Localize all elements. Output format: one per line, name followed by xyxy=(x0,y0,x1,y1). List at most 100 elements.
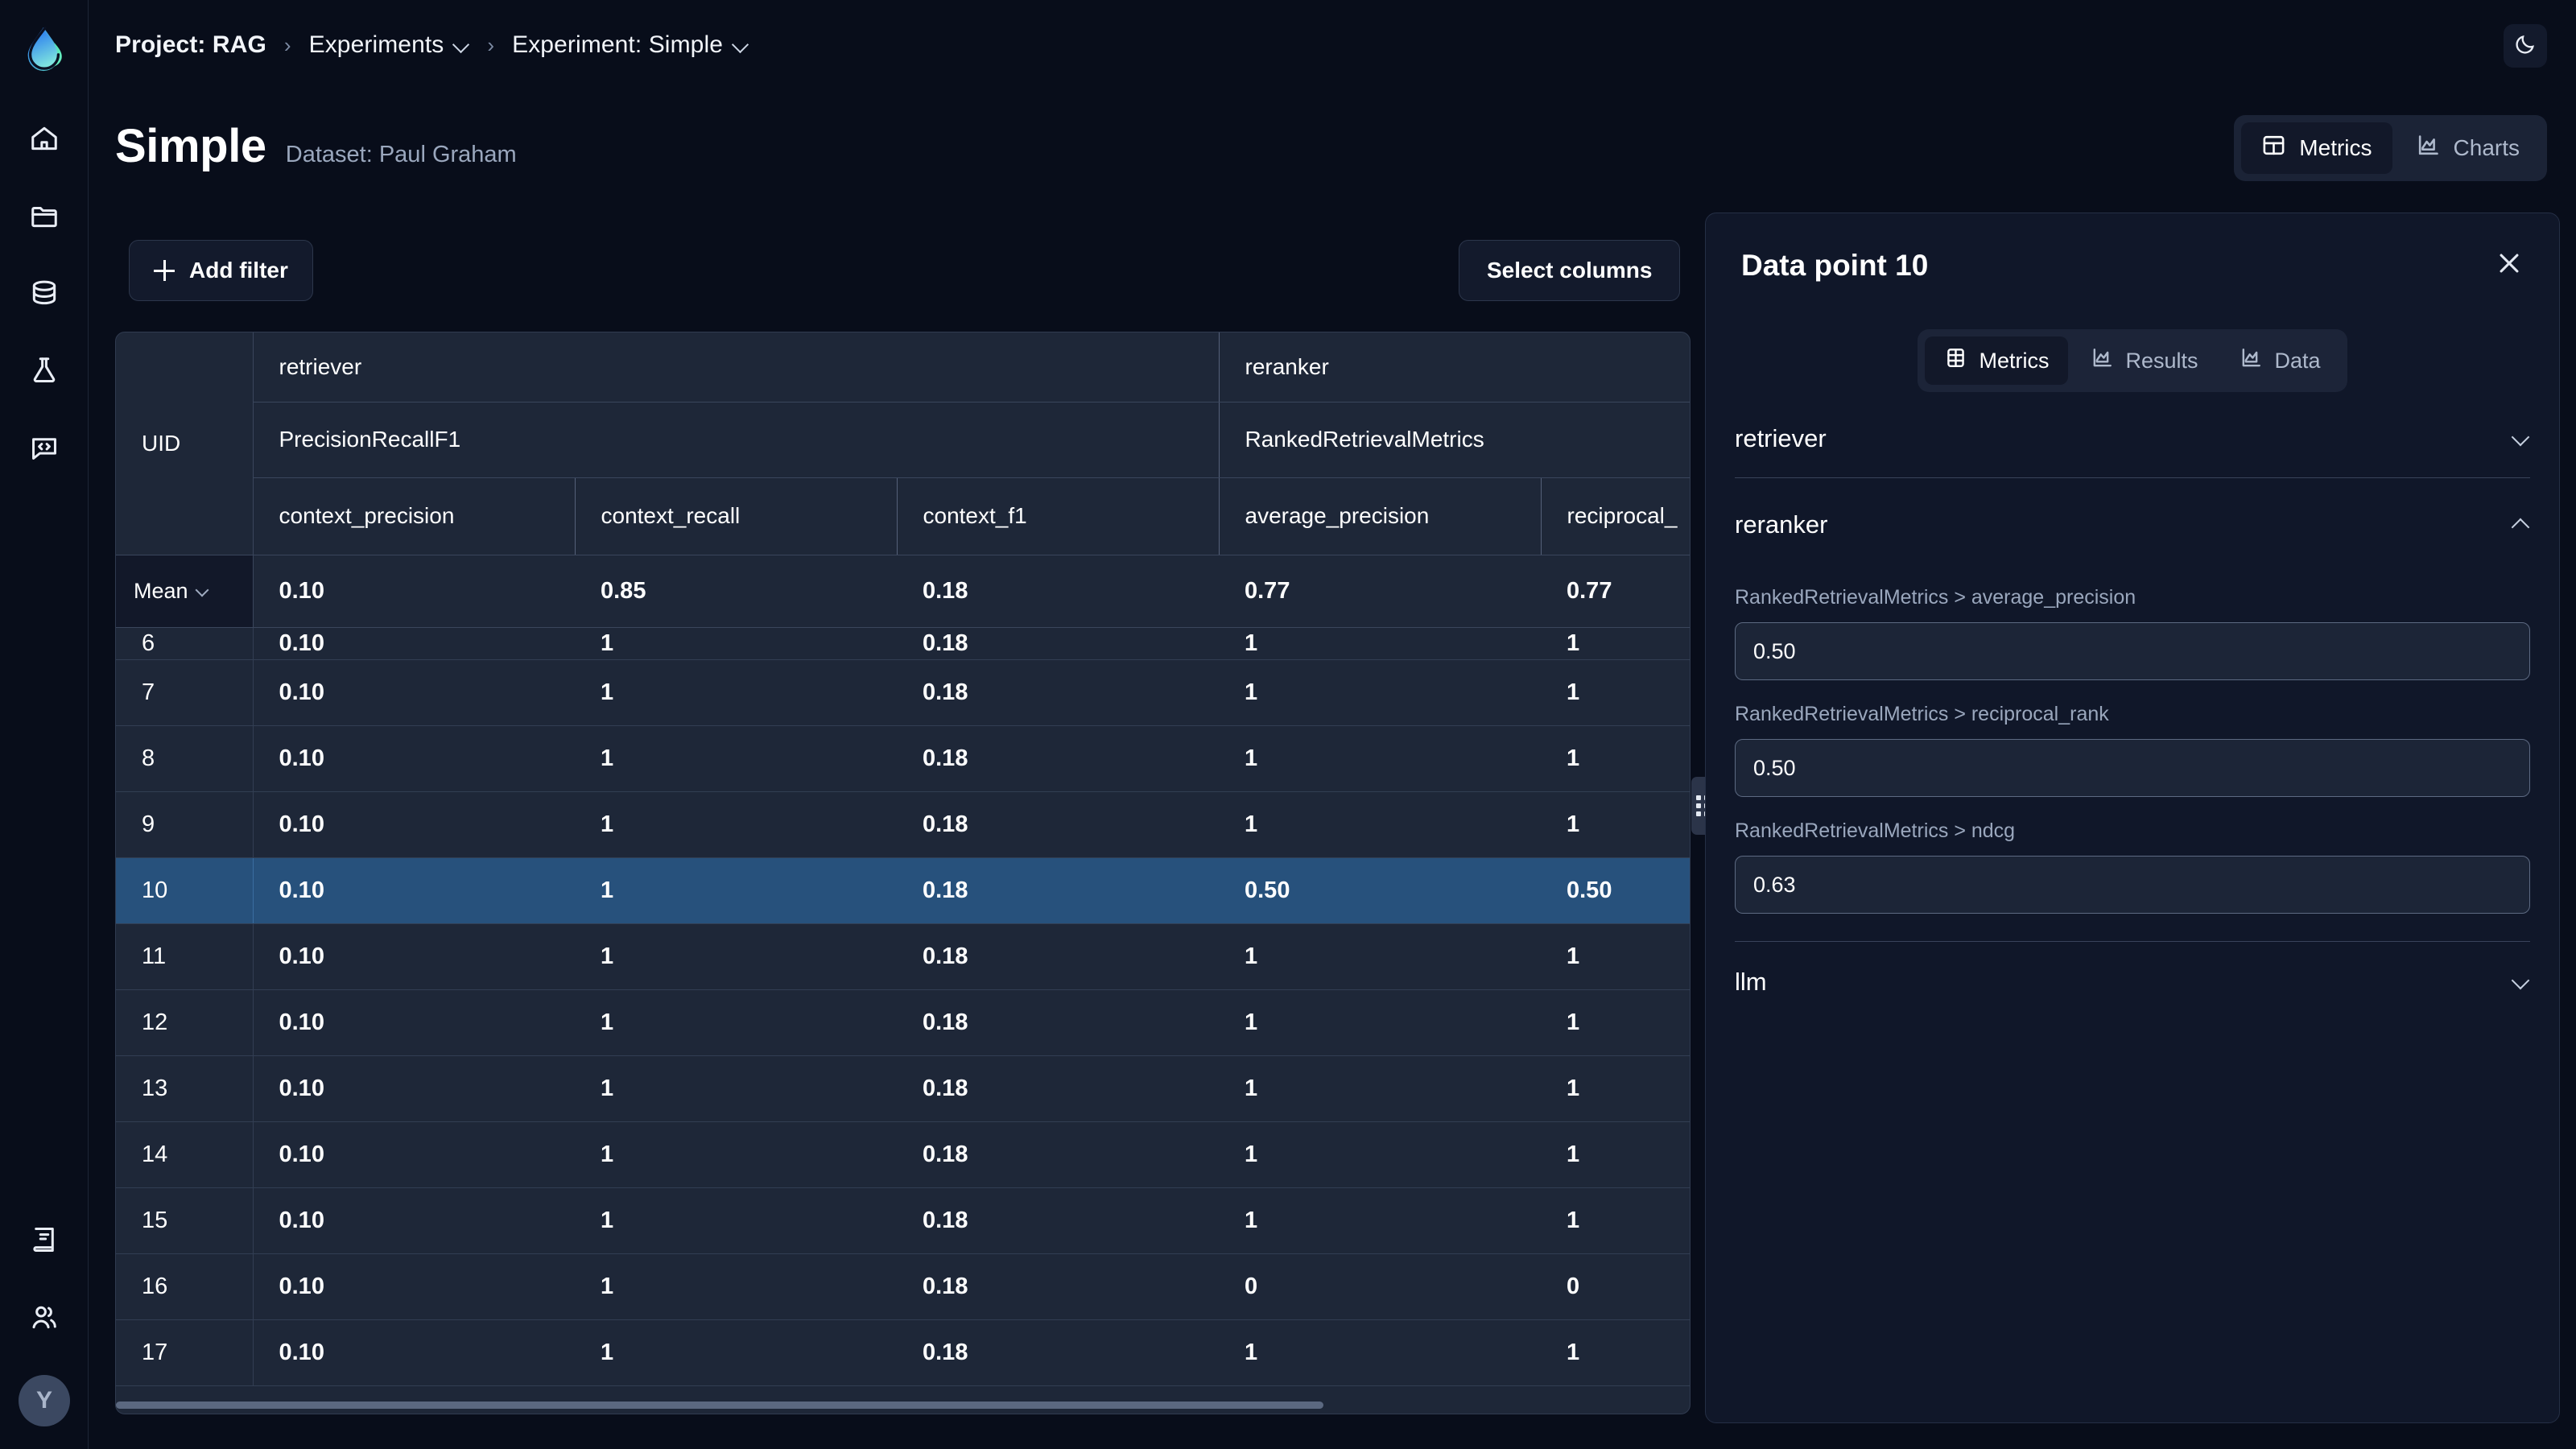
table-row[interactable]: 13 0.10 1 0.18 1 1 xyxy=(116,1055,1690,1122)
column-header-uid[interactable]: UID xyxy=(116,332,254,555)
table-cell-value: 1 xyxy=(1541,791,1690,858)
table-cell-value: 0.18 xyxy=(897,989,1219,1056)
column-header-reciprocal-rank[interactable]: reciprocal_ xyxy=(1540,477,1690,555)
table-cell-uid: 14 xyxy=(116,1121,254,1188)
close-button[interactable] xyxy=(2490,246,2529,284)
panel-section-retriever[interactable]: retriever xyxy=(1735,392,2530,478)
table-row[interactable]: 7 0.10 1 0.18 1 1 xyxy=(116,659,1690,726)
table-cell-value: 0.10 xyxy=(253,1319,575,1386)
avatar[interactable]: Y xyxy=(19,1375,70,1426)
theme-toggle-button[interactable] xyxy=(2504,24,2547,68)
table-row[interactable]: 15 0.10 1 0.18 1 1 xyxy=(116,1187,1690,1254)
home-icon xyxy=(29,123,60,158)
table-cell-uid: 15 xyxy=(116,1187,254,1254)
chevron-down-icon xyxy=(2512,973,2530,991)
mean-label: Mean xyxy=(134,578,188,603)
panel-section-retriever-label: retriever xyxy=(1735,424,1827,452)
sidebar-item-home[interactable] xyxy=(15,101,73,179)
table-cell-value: 1 xyxy=(575,1121,897,1188)
table-icon xyxy=(1944,346,1967,375)
table-cell-value: 0.50 xyxy=(1541,857,1690,924)
chart-icon xyxy=(2240,346,2263,375)
table-cell-value: 0.18 xyxy=(897,857,1219,924)
metric-field-input[interactable]: 0.50 xyxy=(1735,622,2530,680)
top-bar: Project: RAG › Experiments › Experiment:… xyxy=(89,0,2576,90)
chart-icon xyxy=(2416,133,2441,163)
panel-tab-results[interactable]: Results xyxy=(2071,336,2217,385)
table-header: UID retriever reranker PrecisionRecallF1… xyxy=(116,332,1690,555)
panel-section-reranker[interactable]: reranker xyxy=(1735,478,2530,564)
sidebar-item-prompts[interactable] xyxy=(15,411,73,488)
scrollbar-thumb[interactable] xyxy=(116,1402,1323,1409)
tab-metrics[interactable]: Metrics xyxy=(2241,122,2392,174)
table-cell-value: 1 xyxy=(575,1055,897,1122)
column-header-context-f1[interactable]: context_f1 xyxy=(896,477,1219,555)
sidebar-item-datasets[interactable] xyxy=(15,256,73,333)
table-row[interactable]: 6 0.10 1 0.18 1 1 xyxy=(116,627,1690,660)
column-header-context-recall[interactable]: context_recall xyxy=(574,477,897,555)
table-row[interactable]: 17 0.10 1 0.18 1 1 xyxy=(116,1319,1690,1386)
class-header-rankedretrievalmetrics: RankedRetrievalMetrics xyxy=(1218,402,1690,478)
breadcrumb-item-project[interactable]: Project: RAG xyxy=(115,31,266,59)
table-cell-value: 1 xyxy=(575,857,897,924)
table-cell-value: 0.18 xyxy=(897,659,1219,726)
mean-value: 0.77 xyxy=(1219,555,1541,628)
mean-value: 0.10 xyxy=(253,555,575,628)
panel-section-llm[interactable]: llm xyxy=(1735,942,2530,1021)
breadcrumb-item-experiments[interactable]: Experiments xyxy=(309,31,470,59)
table-cell-value: 0.18 xyxy=(897,1187,1219,1254)
table-row[interactable]: 14 0.10 1 0.18 1 1 xyxy=(116,1121,1690,1188)
add-filter-label: Add filter xyxy=(189,258,288,283)
table-cell-value: 0.18 xyxy=(897,725,1219,792)
table-cell-uid: 17 xyxy=(116,1319,254,1386)
table-cell-uid: 10 xyxy=(116,857,254,924)
mean-selector[interactable]: Mean xyxy=(116,555,254,628)
tab-charts[interactable]: Charts xyxy=(2396,122,2540,174)
table-cell-uid: 12 xyxy=(116,989,254,1056)
panel-tab-data[interactable]: Data xyxy=(2220,336,2339,385)
rail-primary-nav xyxy=(15,101,73,488)
class-header-precisionrecallf1: PrecisionRecallF1 xyxy=(253,402,1219,478)
add-filter-button[interactable]: Add filter xyxy=(129,240,313,301)
sidebar-item-team[interactable] xyxy=(15,1280,73,1357)
table-cell-value: 0.10 xyxy=(253,857,575,924)
table-row[interactable]: 11 0.10 1 0.18 1 1 xyxy=(116,923,1690,990)
database-icon xyxy=(29,278,60,312)
table-row[interactable]: 16 0.10 1 0.18 0 0 xyxy=(116,1253,1690,1320)
metrics-table[interactable]: UID retriever reranker PrecisionRecallF1… xyxy=(115,332,1690,1414)
chevron-down-icon xyxy=(453,37,469,53)
metric-field-input[interactable]: 0.50 xyxy=(1735,739,2530,797)
table-cell-value: 1 xyxy=(1219,627,1541,660)
chevron-up-icon xyxy=(2512,516,2530,534)
sidebar-item-experiments[interactable] xyxy=(15,333,73,411)
table-cell-value: 0.10 xyxy=(253,1121,575,1188)
table-cell-value: 1 xyxy=(1219,1319,1541,1386)
table-cell-value: 0.10 xyxy=(253,1055,575,1122)
metric-field-input[interactable]: 0.63 xyxy=(1735,856,2530,914)
table-cell-value: 1 xyxy=(575,1319,897,1386)
panel-tab-results-label: Results xyxy=(2125,348,2198,373)
mean-value: 0.85 xyxy=(575,555,897,628)
sidebar-item-docs[interactable] xyxy=(15,1203,73,1280)
table-row[interactable]: 12 0.10 1 0.18 1 1 xyxy=(116,989,1690,1056)
panel-header: Data point 10 xyxy=(1706,213,2559,283)
table-row[interactable]: 8 0.10 1 0.18 1 1 xyxy=(116,725,1690,792)
horizontal-scrollbar[interactable] xyxy=(115,1401,1690,1410)
table-cell-value: 0.50 xyxy=(1219,857,1541,924)
select-columns-button[interactable]: Select columns xyxy=(1459,240,1681,301)
table-row[interactable]: 9 0.10 1 0.18 1 1 xyxy=(116,791,1690,858)
column-header-context-precision[interactable]: context_precision xyxy=(253,477,575,555)
breadcrumb-item-experiment[interactable]: Experiment: Simple xyxy=(512,31,749,59)
table-cell-value: 1 xyxy=(575,627,897,660)
table-cell-value: 0.10 xyxy=(253,1187,575,1254)
panel-section-reranker-label: reranker xyxy=(1735,510,1828,539)
panel-tab-group: Metrics Results Data xyxy=(1918,329,2347,392)
table-cell-value: 1 xyxy=(1541,989,1690,1056)
panel-tab-metrics[interactable]: Metrics xyxy=(1925,336,2069,385)
column-header-average-precision[interactable]: average_precision xyxy=(1218,477,1541,555)
tab-metrics-label: Metrics xyxy=(2299,135,2372,160)
sidebar-item-projects[interactable] xyxy=(15,179,73,256)
table-row[interactable]: 10 0.10 1 0.18 0.50 0.50 xyxy=(116,857,1690,924)
droplet-logo[interactable] xyxy=(19,23,69,72)
left-nav-rail: Y xyxy=(0,0,89,1449)
